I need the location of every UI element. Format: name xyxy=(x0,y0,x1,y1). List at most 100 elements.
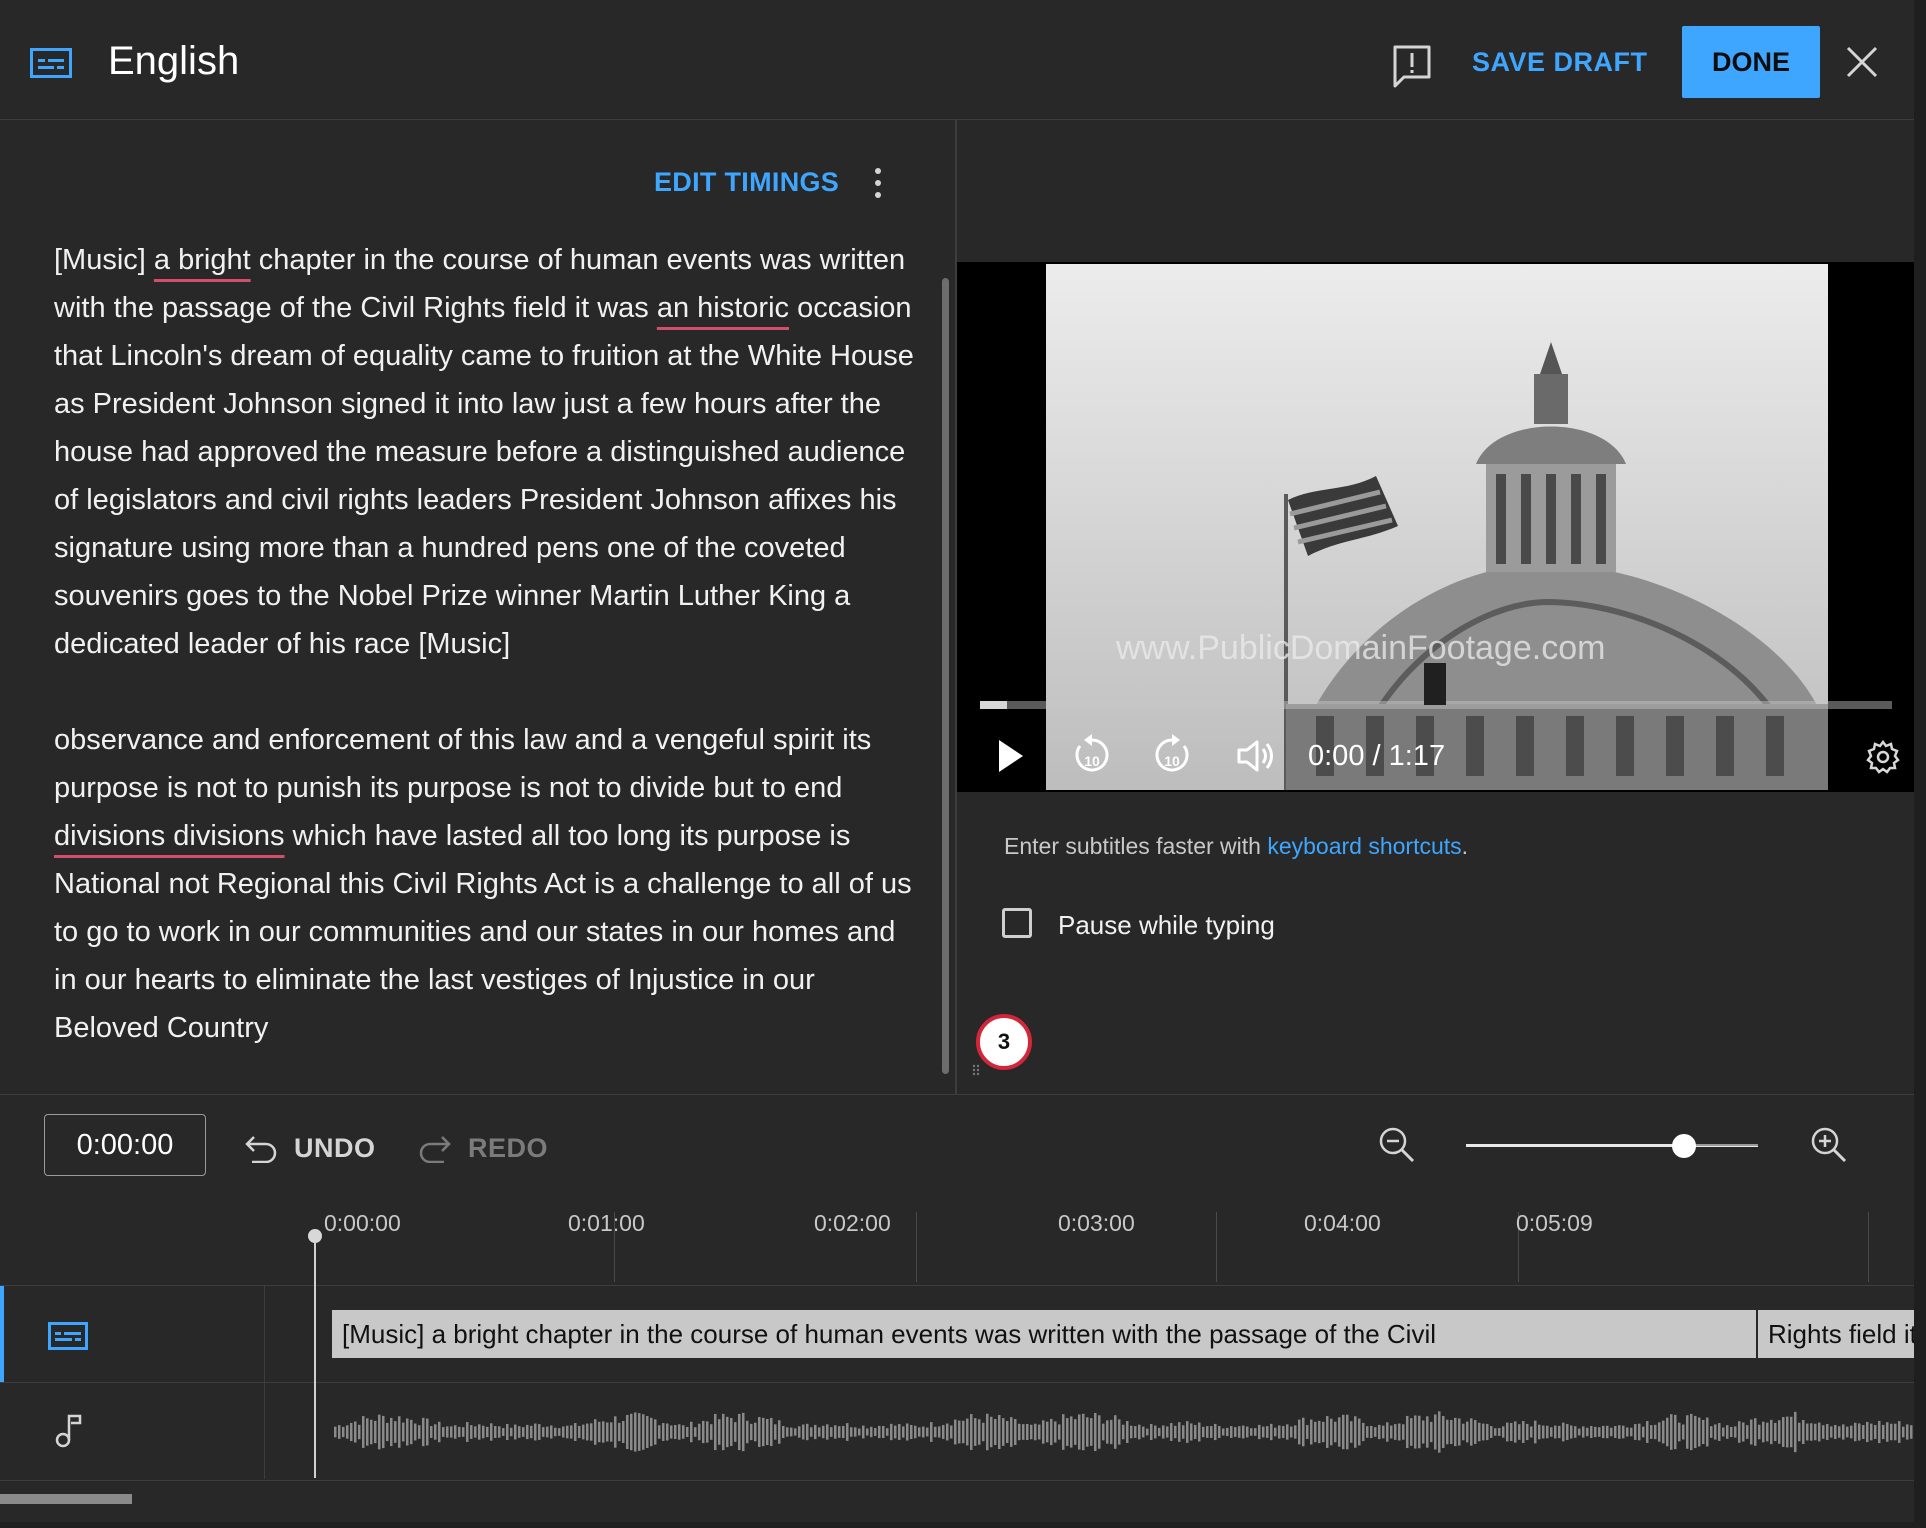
keyboard-shortcuts-link[interactable]: keyboard shortcuts xyxy=(1267,833,1461,859)
waveform-bar xyxy=(1074,1419,1077,1445)
transcript-text[interactable]: occasion that Lincoln's dream of equalit… xyxy=(54,292,922,660)
redo-button[interactable]: REDO xyxy=(418,1128,548,1168)
waveform-bar xyxy=(1222,1428,1225,1436)
waveform-bar xyxy=(1178,1422,1181,1442)
waveform-bar xyxy=(1466,1421,1469,1443)
transcript-paragraph[interactable]: [Music] a bright chapter in the course o… xyxy=(54,236,914,668)
waveform-bar xyxy=(1582,1426,1585,1438)
waveform-bar xyxy=(1370,1425,1373,1439)
edit-timings-button[interactable]: EDIT TIMINGS xyxy=(654,164,839,200)
waveform-bar xyxy=(342,1426,345,1438)
waveform-bar xyxy=(1250,1428,1253,1436)
waveform-bar xyxy=(1422,1420,1425,1444)
waveform-bar xyxy=(1278,1425,1281,1439)
waveform-bar xyxy=(1094,1412,1097,1452)
waveform-bar xyxy=(1306,1425,1309,1439)
video-watermark: www.PublicDomainFootage.com xyxy=(1116,629,1606,667)
waveform-bar xyxy=(1270,1423,1273,1441)
waveform-bar xyxy=(1586,1427,1589,1437)
zoom-in-icon[interactable] xyxy=(1808,1124,1848,1164)
svg-text:10: 10 xyxy=(1164,753,1180,769)
feedback-icon[interactable] xyxy=(1392,44,1432,90)
transcript-scrollbar[interactable] xyxy=(942,278,949,1074)
caption-segment[interactable]: Rights field it xyxy=(1758,1310,1914,1358)
drag-handle-icon[interactable] xyxy=(972,1064,982,1076)
transcript-paragraph[interactable]: observance and enforcement of this law a… xyxy=(54,716,914,1052)
waveform-bar xyxy=(1834,1424,1837,1440)
waveform-bar xyxy=(670,1425,673,1439)
waveform-bar xyxy=(782,1425,785,1439)
spellcheck-flagged-word[interactable]: an historic xyxy=(657,292,789,324)
waveform-bar xyxy=(1286,1424,1289,1440)
waveform-bar xyxy=(682,1425,685,1439)
waveform-bar xyxy=(366,1418,369,1446)
waveform-bar xyxy=(454,1425,457,1439)
notification-badge[interactable]: 3 xyxy=(976,1014,1032,1070)
waveform-bar xyxy=(414,1423,417,1441)
waveform-bar xyxy=(634,1412,637,1452)
zoom-slider-thumb[interactable] xyxy=(1672,1134,1696,1158)
waveform-bar xyxy=(1830,1426,1833,1438)
transcript-text-editor[interactable]: [Music] a bright chapter in the course o… xyxy=(54,236,914,1100)
waveform-bar xyxy=(690,1421,693,1443)
waveform-bar xyxy=(1906,1424,1909,1440)
waveform-bar xyxy=(1502,1426,1505,1438)
waveform-bar xyxy=(1874,1425,1877,1439)
waveform-bar xyxy=(906,1423,909,1441)
waveform-bar xyxy=(894,1425,897,1439)
spellcheck-flagged-word[interactable]: divisions divisions xyxy=(54,820,285,852)
waveform-bar xyxy=(1026,1423,1029,1441)
more-options-icon[interactable] xyxy=(868,166,888,200)
waveform-bar xyxy=(610,1422,613,1442)
undo-icon xyxy=(245,1136,277,1163)
volume-icon[interactable] xyxy=(1236,738,1276,774)
waveform-bar xyxy=(1738,1421,1741,1443)
play-icon[interactable] xyxy=(996,738,1026,774)
waveform-bar xyxy=(1366,1426,1369,1438)
waveform-bar xyxy=(1798,1422,1801,1442)
waveform-bar xyxy=(1298,1419,1301,1445)
waveform-bar xyxy=(710,1424,713,1440)
caption-segment[interactable]: [Music] a bright chapter in the course o… xyxy=(332,1310,1756,1358)
settings-gear-icon[interactable] xyxy=(1866,740,1900,774)
undo-button[interactable]: UNDO xyxy=(244,1128,376,1168)
active-track-indicator xyxy=(0,1286,4,1382)
waveform-bar xyxy=(386,1422,389,1442)
waveform-bar xyxy=(1030,1424,1033,1440)
close-icon[interactable] xyxy=(1844,44,1880,80)
zoom-out-icon[interactable] xyxy=(1376,1124,1416,1164)
waveform-bar xyxy=(1670,1414,1673,1450)
transcript-text[interactable]: observance and enforcement of this law a… xyxy=(54,724,879,804)
timeline-horizontal-scrollbar[interactable] xyxy=(0,1494,132,1504)
waveform-bar xyxy=(1342,1414,1345,1450)
waveform-bar xyxy=(1786,1416,1789,1448)
transcript-text[interactable]: [Music] xyxy=(54,244,154,276)
done-button[interactable]: DONE xyxy=(1682,26,1820,98)
waveform-bar xyxy=(1806,1423,1809,1441)
editor-header: English SAVE DRAFT DONE xyxy=(0,0,1914,120)
waveform-bar xyxy=(978,1419,981,1445)
waveform-bar xyxy=(810,1427,813,1437)
playhead-handle[interactable] xyxy=(308,1229,322,1243)
waveform-bar xyxy=(1882,1424,1885,1440)
forward-10-icon[interactable]: 10 xyxy=(1152,732,1192,776)
waveform-bar xyxy=(1614,1426,1617,1438)
waveform-bar xyxy=(774,1424,777,1440)
pause-while-typing-checkbox[interactable] xyxy=(1002,908,1032,938)
spellcheck-flagged-word[interactable]: a bright xyxy=(154,244,251,276)
waveform-bar xyxy=(1442,1415,1445,1449)
transcript-text[interactable]: which have lasted all too long its purpo… xyxy=(54,820,920,1044)
waveform-bar xyxy=(1058,1424,1061,1440)
timecode-field[interactable]: 0:00:00 xyxy=(44,1114,206,1176)
captions-icon xyxy=(30,48,72,78)
pause-while-typing-label[interactable]: Pause while typing xyxy=(1058,908,1275,942)
subtitle-track-icon xyxy=(48,1322,88,1350)
waveform-bar xyxy=(1066,1418,1069,1446)
waveform-bar xyxy=(1050,1418,1053,1446)
waveform-bar xyxy=(1346,1414,1349,1450)
rewind-10-icon[interactable]: 10 xyxy=(1072,732,1112,776)
save-draft-button[interactable]: SAVE DRAFT xyxy=(1472,42,1648,82)
waveform-bar xyxy=(726,1416,729,1448)
waveform-bar xyxy=(966,1418,969,1446)
playhead[interactable] xyxy=(314,1234,316,1478)
